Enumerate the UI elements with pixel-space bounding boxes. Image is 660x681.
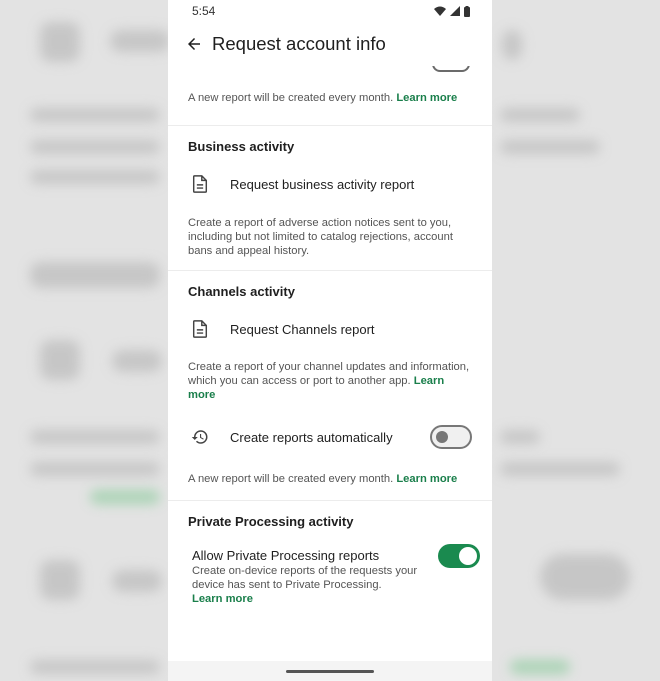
channels-auto-learn-more-link[interactable]: Learn more — [396, 473, 457, 485]
channels-auto-report-text: A new report will be created every month… — [188, 473, 394, 485]
back-button[interactable] — [180, 30, 208, 58]
settings-content[interactable]: A new report will be created every month… — [168, 66, 492, 663]
channels-report-description: Create a report of your channel updates … — [168, 360, 492, 402]
back-arrow-icon — [188, 38, 200, 50]
create-reports-automatically-row[interactable]: Create reports automatically — [168, 414, 492, 460]
document-icon — [190, 174, 210, 194]
account-auto-report-toggle[interactable] — [432, 66, 470, 72]
request-channels-report-button[interactable]: Request Channels report — [168, 309, 492, 349]
private-processing-heading: Private Processing activity — [188, 514, 354, 529]
channels-activity-heading: Channels activity — [188, 284, 295, 299]
create-reports-automatically-label: Create reports automatically — [230, 429, 393, 445]
battery-icon — [464, 5, 470, 17]
history-icon — [190, 427, 210, 447]
page-title: Request account info — [212, 33, 386, 54]
channels-auto-report-description: A new report will be created every month… — [168, 472, 492, 486]
private-processing-description: Create on-device reports of the requests… — [192, 564, 438, 606]
request-business-report-button[interactable]: Request business activity report — [168, 164, 492, 204]
app-bar: Request account info — [168, 22, 492, 66]
status-icons — [434, 5, 470, 17]
request-business-report-label: Request business activity report — [230, 176, 415, 192]
toggle-knob — [436, 431, 448, 443]
document-icon — [190, 319, 210, 339]
account-auto-report-description: A new report will be created every month… — [168, 91, 492, 105]
signal-icon — [450, 6, 460, 16]
request-channels-report-label: Request Channels report — [230, 321, 375, 337]
divider — [168, 270, 492, 271]
account-learn-more-link[interactable]: Learn more — [396, 92, 457, 104]
phone-screen: 5:54 Request account info A new report w… — [168, 0, 492, 681]
allow-private-processing-label: Allow Private Processing reports — [192, 548, 380, 563]
business-activity-heading: Business activity — [188, 139, 295, 154]
status-time: 5:54 — [192, 4, 216, 18]
allow-private-processing-toggle[interactable] — [438, 544, 480, 568]
account-auto-report-text: A new report will be created every month… — [188, 92, 394, 104]
create-reports-automatically-toggle[interactable] — [430, 425, 472, 449]
wifi-icon — [434, 6, 446, 16]
home-indicator[interactable] — [286, 670, 374, 673]
divider — [168, 500, 492, 501]
divider — [168, 125, 492, 126]
private-processing-text: Create on-device reports of the requests… — [192, 565, 418, 591]
private-processing-learn-more-link[interactable]: Learn more — [192, 593, 253, 605]
business-report-description: Create a report of adverse action notice… — [188, 217, 453, 257]
toggle-knob — [459, 547, 477, 565]
status-bar: 5:54 — [168, 0, 492, 22]
allow-private-processing-row[interactable]: Allow Private Processing reports Create … — [168, 544, 492, 606]
